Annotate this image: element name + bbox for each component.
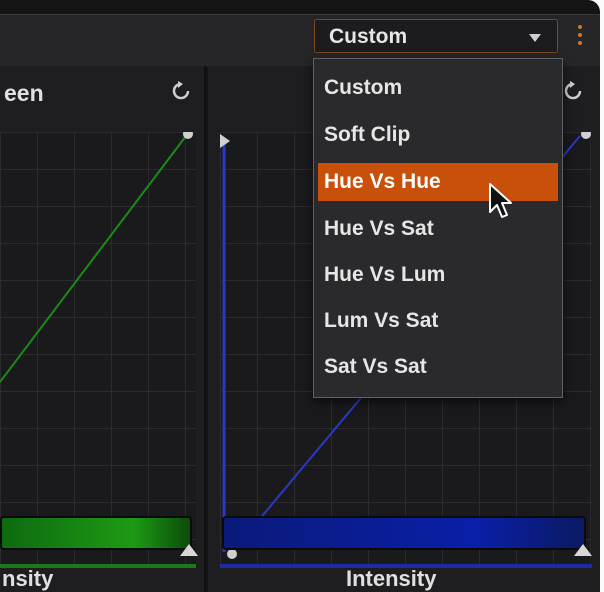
- more-options-icon[interactable]: [576, 21, 584, 51]
- green-curve-panel: een nsity: [0, 66, 206, 592]
- reset-icon[interactable]: [170, 80, 192, 102]
- curve-mode-select[interactable]: Custom: [314, 19, 558, 53]
- mouse-pointer-icon: [489, 183, 512, 218]
- menu-item-soft-clip[interactable]: Soft Clip: [318, 116, 558, 154]
- panel-title-green: een: [4, 80, 44, 106]
- green-curve-line: [0, 132, 193, 383]
- menu-item-lum-vs-sat[interactable]: Lum Vs Sat: [318, 302, 558, 340]
- blue-intensity-bar[interactable]: [222, 516, 586, 550]
- menu-item-hue-vs-sat[interactable]: Hue Vs Sat: [318, 210, 558, 248]
- menu-item-hue-vs-hue[interactable]: Hue Vs Hue: [318, 163, 558, 201]
- menu-item-custom[interactable]: Custom: [318, 69, 558, 107]
- menu-item-hue-vs-lum[interactable]: Hue Vs Lum: [318, 256, 558, 294]
- intensity-handle-icon[interactable]: [180, 544, 198, 556]
- intensity-label-left: nsity: [2, 566, 54, 591]
- intensity-label-right: Intensity: [346, 566, 437, 591]
- green-intensity-bar[interactable]: [0, 516, 192, 550]
- curve-mode-value: Custom: [329, 25, 408, 48]
- chevron-down-icon: [529, 34, 541, 42]
- green-curve-graph[interactable]: [0, 132, 196, 568]
- menu-item-sat-vs-sat[interactable]: Sat Vs Sat: [318, 348, 558, 386]
- intensity-handle-icon[interactable]: [574, 544, 592, 556]
- curve-mode-dropdown-menu: Custom Soft Clip Hue Vs Hue Hue Vs Sat H…: [313, 58, 563, 398]
- curves-window: Custom een nsity Intensity Custom Soft C…: [0, 0, 600, 592]
- reset-icon[interactable]: [562, 80, 584, 102]
